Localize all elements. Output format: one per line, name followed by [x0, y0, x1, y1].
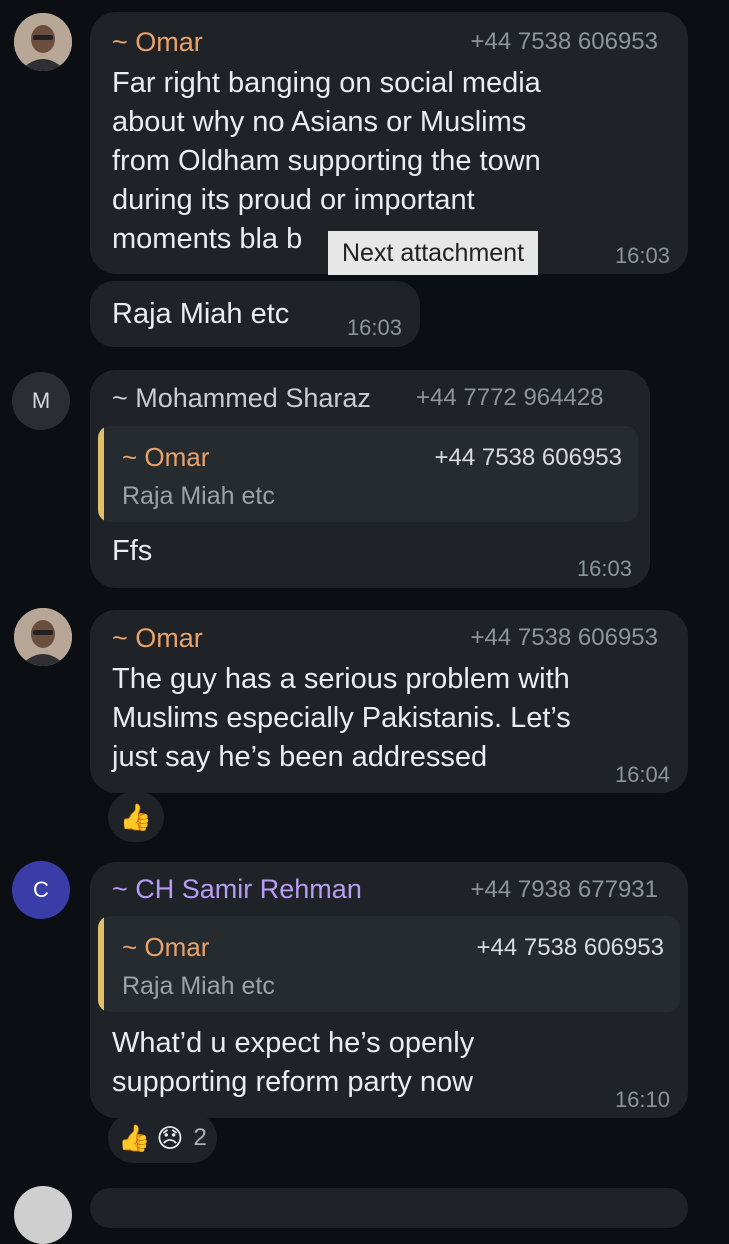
sender-phone: +44 7938 677931 [470, 876, 658, 903]
sender-name[interactable]: ~ Mohammed Sharaz [112, 383, 371, 414]
quote-bar [98, 916, 104, 1012]
sender-name[interactable]: ~ CH Samir Rehman [112, 874, 362, 905]
thumbs-up-icon: 👍 [118, 1122, 151, 1153]
sender-name[interactable]: ~ Omar [112, 623, 203, 654]
avatar-m[interactable]: M [12, 372, 70, 430]
sad-face-icon: 😞 [156, 1122, 184, 1153]
message-time: 16:03 [614, 243, 670, 268]
quote-phone: +44 7538 606953 [434, 444, 622, 471]
avatar-omar[interactable] [14, 608, 72, 666]
sender-phone: +44 7538 606953 [470, 28, 658, 55]
message-bubble-partial[interactable] [90, 1188, 688, 1228]
message-text: What’d u expect he’s openly supporting r… [112, 1027, 475, 1098]
message-text: Ffs [112, 535, 153, 567]
next-attachment-tooltip: Next attachment [328, 231, 539, 275]
message-time: 16:03 [346, 315, 402, 340]
quote-bar [98, 426, 104, 522]
message-text: Far right banging on social media about … [112, 67, 541, 255]
reply-quote[interactable]: ~ Omar +44 7538 606953 Raja Miah etc [98, 426, 638, 522]
message-bubble[interactable]: ~ Omar +44 7538 606953 The guy has a ser… [90, 610, 688, 793]
quote-phone: +44 7538 606953 [476, 934, 664, 961]
message-time: 16:04 [614, 762, 670, 787]
message-time: 16:03 [576, 556, 632, 581]
quote-sender: ~ Omar [122, 932, 210, 962]
message-time: 16:10 [614, 1087, 670, 1112]
message-bubble[interactable]: ~ CH Samir Rehman +44 7938 677931 ~ Omar… [90, 862, 688, 1118]
thumbs-up-icon: 👍 [119, 801, 153, 832]
avatar-omar[interactable] [14, 13, 72, 71]
message-text: The guy has a serious problem with Musli… [112, 663, 571, 773]
reaction-badge[interactable]: 👍 [108, 792, 164, 842]
reaction-count: 2 [193, 1124, 207, 1151]
quote-text: Raja Miah etc [122, 482, 275, 510]
avatar-partial[interactable] [14, 1186, 72, 1244]
sender-phone: +44 7538 606953 [470, 624, 658, 651]
message-text: Raja Miah etc [112, 298, 290, 330]
reaction-badge[interactable]: 👍 😞 2 [108, 1113, 217, 1163]
message-bubble[interactable]: ~ Mohammed Sharaz +44 7772 964428 ~ Omar… [90, 370, 650, 588]
message-bubble[interactable]: Raja Miah etc 16:03 [90, 281, 420, 347]
reply-quote[interactable]: ~ Omar +44 7538 606953 Raja Miah etc [98, 916, 680, 1012]
quote-text: Raja Miah etc [122, 972, 275, 1000]
avatar-c[interactable]: C [12, 861, 70, 919]
sender-name[interactable]: ~ Omar [112, 27, 203, 58]
quote-sender: ~ Omar [122, 442, 210, 472]
sender-phone: +44 7772 964428 [416, 384, 604, 411]
